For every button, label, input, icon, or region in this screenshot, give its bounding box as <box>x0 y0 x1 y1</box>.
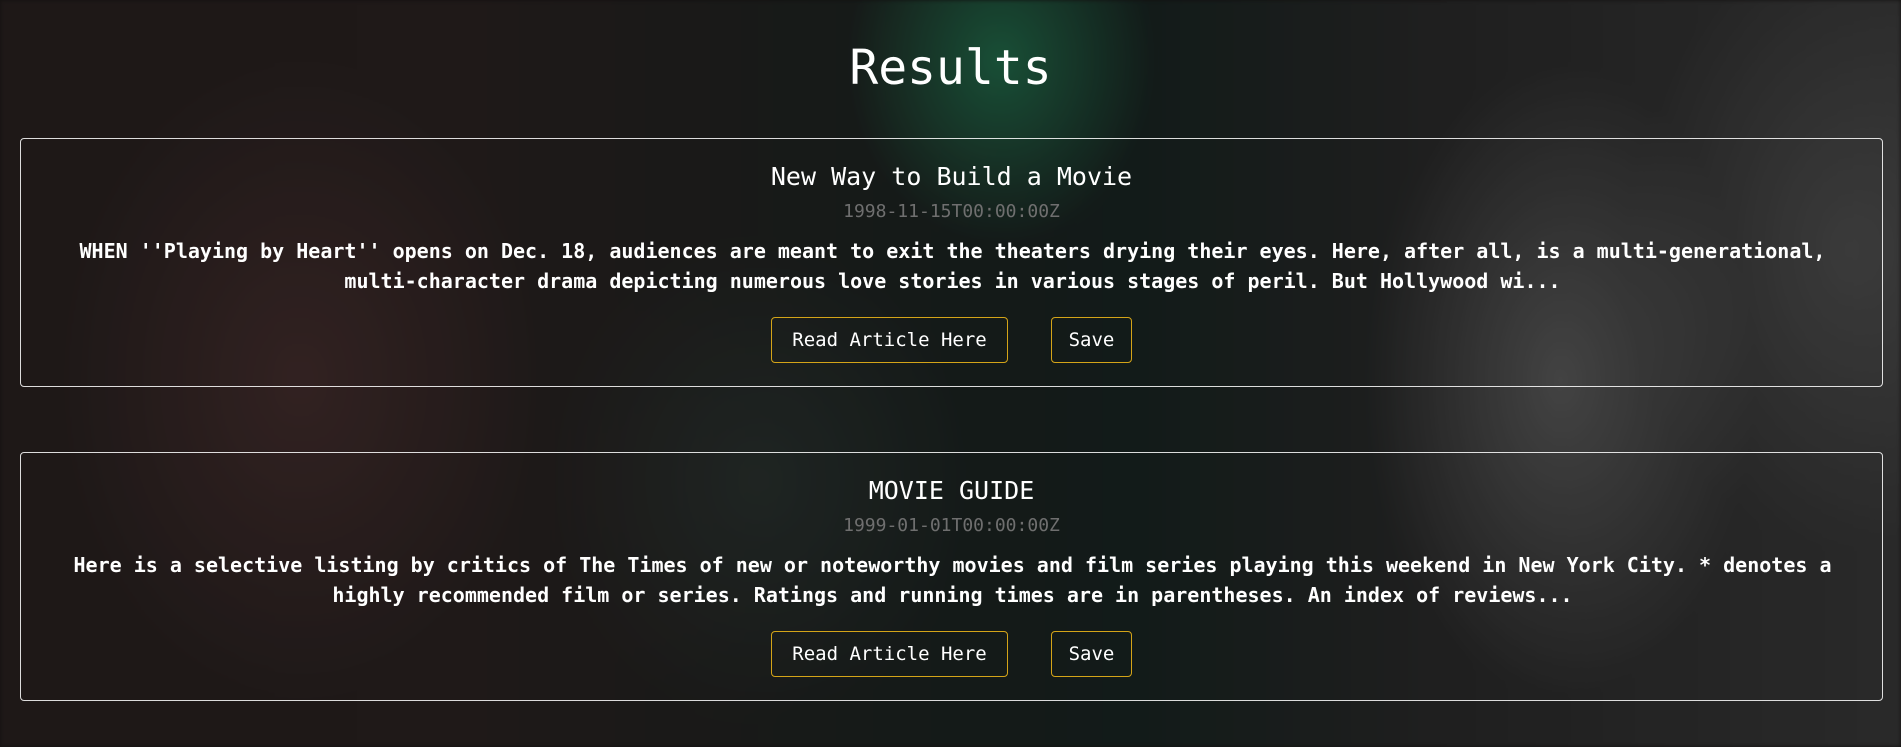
article-snippet: Here is a selective listing by critics o… <box>73 553 1832 607</box>
save-button[interactable]: Save <box>1051 317 1132 363</box>
result-card: MOVIE GUIDE 1999-01-01T00:00:00Z Here is… <box>20 452 1883 701</box>
save-button[interactable]: Save <box>1051 631 1132 677</box>
card-actions: Read Article Here Save <box>21 631 1882 677</box>
article-date: 1998-11-15T00:00:00Z <box>843 201 1060 222</box>
card-actions: Read Article Here Save <box>21 317 1882 363</box>
result-card: New Way to Build a Movie 1998-11-15T00:0… <box>20 138 1883 387</box>
results-page: Results New Way to Build a Movie 1998-11… <box>0 0 1901 747</box>
article-snippet: WHEN ''Playing by Heart'' opens on Dec. … <box>79 239 1826 293</box>
read-article-button[interactable]: Read Article Here <box>771 631 1008 677</box>
article-title: MOVIE GUIDE <box>868 476 1035 505</box>
page-title: Results <box>849 40 1052 96</box>
article-date: 1999-01-01T00:00:00Z <box>843 515 1060 536</box>
article-title: New Way to Build a Movie <box>770 162 1133 191</box>
read-article-button[interactable]: Read Article Here <box>771 317 1008 363</box>
